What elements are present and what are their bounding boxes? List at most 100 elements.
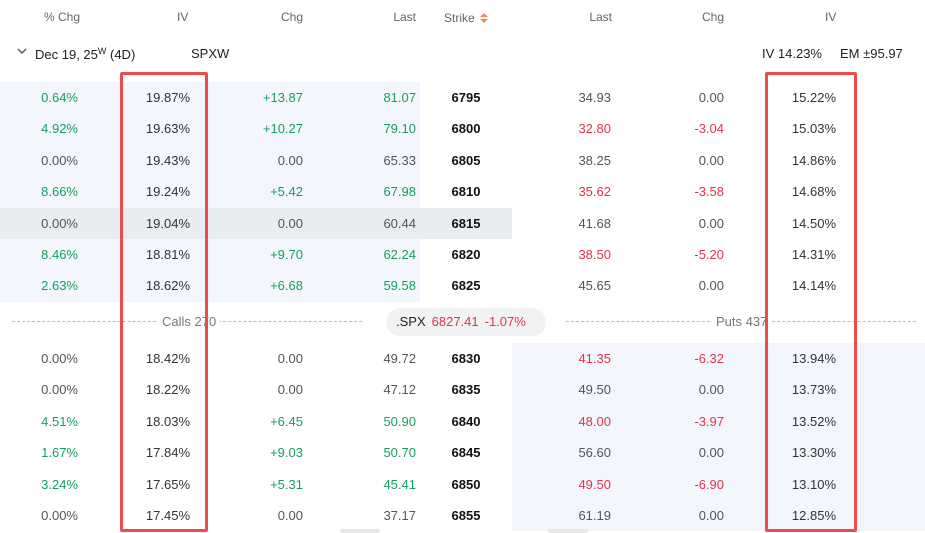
calls-chg: 0.00 xyxy=(277,215,303,231)
puts-iv-highlight-box xyxy=(765,72,857,532)
calls-last: 60.44 xyxy=(383,215,416,231)
strike-price: 6810 xyxy=(451,184,481,200)
calls-last: 37.17 xyxy=(383,507,416,523)
puts-last: 34.93 xyxy=(578,90,611,105)
header-puts-last[interactable]: Last xyxy=(552,10,612,24)
strike-price: 6820 xyxy=(451,246,481,262)
calls-iv-highlight-box xyxy=(120,72,208,532)
puts-last: 48.00 xyxy=(578,413,611,429)
puts-last: 45.65 xyxy=(578,278,611,294)
puts-chg: -6.32 xyxy=(694,351,724,366)
calls-chg: +9.70 xyxy=(270,246,303,262)
strike-price: 6835 xyxy=(451,382,481,398)
header-calls-pct-chg[interactable]: % Chg xyxy=(44,10,80,24)
underlying-pct-change: -1.07% xyxy=(484,314,526,329)
puts-chg: 0.00 xyxy=(698,215,724,231)
calls-pct-chg: 4.51% xyxy=(41,413,78,429)
strike-price: 6800 xyxy=(451,121,481,137)
puts-last: 49.50 xyxy=(578,476,611,492)
calls-last: 62.24 xyxy=(383,246,416,262)
puts-chg: -6.90 xyxy=(694,476,724,492)
puts-count-label: Puts 437 xyxy=(712,314,772,329)
puts-chg: 0.00 xyxy=(698,152,724,168)
calls-chg: +9.03 xyxy=(270,445,303,461)
puts-last: 41.35 xyxy=(578,351,611,366)
header-calls-chg[interactable]: Chg xyxy=(243,10,303,24)
puts-chg: -5.20 xyxy=(694,246,724,262)
header-strike: Strike xyxy=(444,11,475,25)
calls-chg: +6.45 xyxy=(270,413,303,429)
calls-pct-chg: 0.00% xyxy=(41,351,78,366)
calls-pct-chg: 0.00% xyxy=(41,507,78,523)
header-puts-iv[interactable]: IV xyxy=(825,10,836,24)
strike-price: 6850 xyxy=(451,476,481,492)
puts-last: 41.68 xyxy=(578,215,611,231)
chevron-down-icon[interactable] xyxy=(16,45,28,57)
calls-chg: +6.68 xyxy=(270,278,303,294)
header-calls-iv[interactable]: IV xyxy=(177,10,188,24)
strike-price: 6825 xyxy=(451,278,481,294)
strike-price: 6855 xyxy=(451,507,481,523)
puts-last: 32.80 xyxy=(578,121,611,137)
puts-chg: -3.97 xyxy=(694,413,724,429)
strike-price: 6795 xyxy=(451,90,481,105)
underlying-quote[interactable]: .SPX 6827.41 -1.07% xyxy=(386,308,546,336)
underlying-symbol: .SPX xyxy=(396,314,426,329)
puts-chg: 0.00 xyxy=(698,90,724,105)
calls-chg: +5.31 xyxy=(270,476,303,492)
calls-chg: 0.00 xyxy=(277,382,303,398)
calls-last: 45.41 xyxy=(383,476,416,492)
calls-last: 50.90 xyxy=(383,413,416,429)
calls-pct-chg: 0.00% xyxy=(41,382,78,398)
calls-last: 81.07 xyxy=(383,90,416,105)
calls-pct-chg: 8.46% xyxy=(41,246,78,262)
calls-pct-chg: 4.92% xyxy=(41,121,78,137)
calls-pct-chg: 0.00% xyxy=(41,215,78,231)
puts-last: 38.50 xyxy=(578,246,611,262)
strike-price: 6845 xyxy=(451,445,481,461)
header-puts-chg[interactable]: Chg xyxy=(664,10,724,24)
puts-last: 35.62 xyxy=(578,184,611,200)
puts-chg: 0.00 xyxy=(698,382,724,398)
puts-last: 38.25 xyxy=(578,152,611,168)
expiry-date: Dec 19, 25W (4D) xyxy=(35,46,136,62)
calls-pct-chg: 3.24% xyxy=(41,476,78,492)
puts-last: 56.60 xyxy=(578,445,611,461)
strike-price: 6840 xyxy=(451,413,481,429)
underlying-price: 6827.41 xyxy=(431,314,479,329)
puts-last: 49.50 xyxy=(578,382,611,398)
calls-chg: 0.00 xyxy=(277,507,303,523)
calls-chg: 0.00 xyxy=(277,152,303,168)
calls-last: 49.72 xyxy=(383,351,416,366)
puts-chg: -3.04 xyxy=(694,121,724,137)
calls-last: 65.33 xyxy=(383,152,416,168)
strike-price: 6830 xyxy=(451,351,481,366)
calls-chg: +13.87 xyxy=(262,90,303,105)
puts-chg: 0.00 xyxy=(698,278,724,294)
calls-last: 50.70 xyxy=(383,445,416,461)
puts-chg: 0.00 xyxy=(698,507,724,523)
calls-last: 67.98 xyxy=(383,184,416,200)
scroll-indicator[interactable] xyxy=(548,529,588,533)
strike-price: 6815 xyxy=(451,215,481,231)
strike-price: 6805 xyxy=(451,152,481,168)
calls-chg: 0.00 xyxy=(277,351,303,366)
calls-pct-chg: 0.00% xyxy=(41,152,78,168)
calls-last: 59.58 xyxy=(383,278,416,294)
calls-pct-chg: 0.64% xyxy=(41,90,78,105)
scroll-indicator[interactable] xyxy=(340,529,380,533)
calls-chg: +5.42 xyxy=(270,184,303,200)
calls-last: 47.12 xyxy=(383,382,416,398)
puts-last: 61.19 xyxy=(578,507,611,523)
header-calls-last[interactable]: Last xyxy=(356,10,416,24)
expected-move: EM ±95.97 xyxy=(840,46,903,61)
calls-last: 79.10 xyxy=(383,121,416,137)
expiry-symbol: SPXW xyxy=(191,46,230,61)
calls-chg: +10.27 xyxy=(262,121,303,137)
header-strike-sort[interactable]: Strike xyxy=(444,10,489,25)
sort-arrows-icon xyxy=(480,13,489,23)
expiry-row[interactable]: Dec 19, 25W (4D) SPXW IV 14.23% EM ±95.9… xyxy=(0,37,925,71)
calls-pct-chg: 1.67% xyxy=(41,445,78,461)
puts-chg: 0.00 xyxy=(698,445,724,461)
calls-pct-chg: 8.66% xyxy=(41,184,78,200)
